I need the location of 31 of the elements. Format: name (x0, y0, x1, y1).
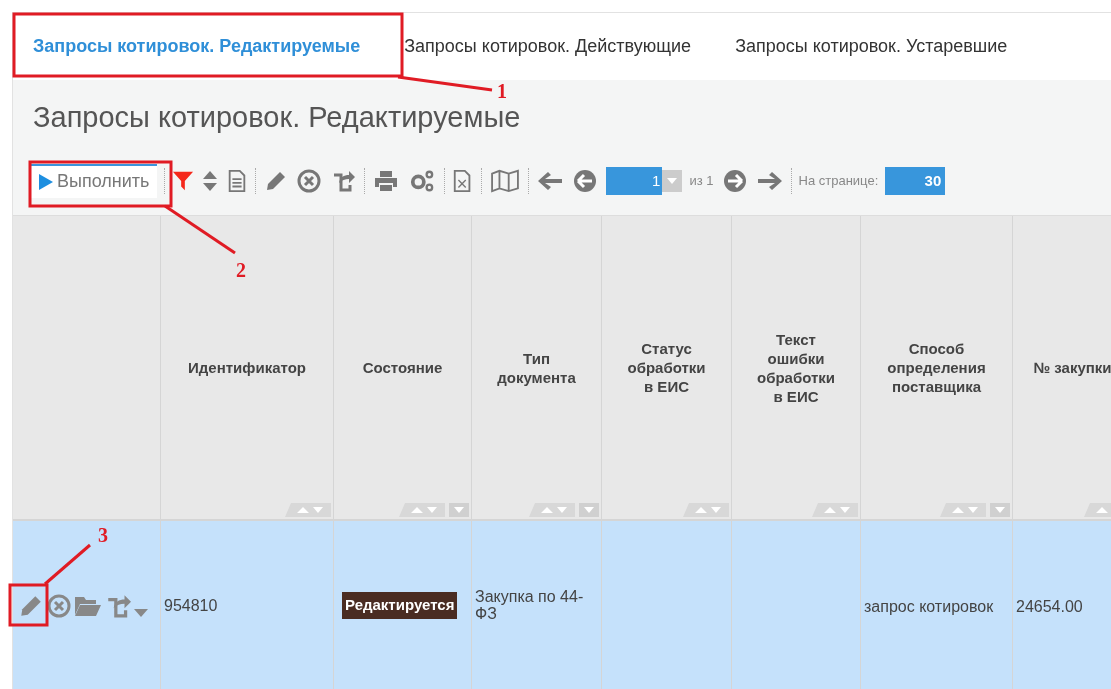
close-circle-icon[interactable] (296, 168, 323, 193)
column-header[interactable]: Способ определения поставщика (887, 339, 986, 396)
column-header[interactable]: Статус обработки в ЕИС (621, 339, 712, 396)
page-title: Запросы котировок. Редактируемые (33, 101, 521, 133)
status-badge: Редактируется (342, 592, 458, 619)
column-header[interactable]: Тип документа (491, 348, 582, 387)
tab[interactable]: Запросы котировок. Устаревшие (713, 13, 1030, 80)
play-icon (39, 173, 53, 190)
table-cell: 954810 (164, 597, 218, 614)
table-cell-text: Закупка по 44-ФЗ (475, 588, 585, 622)
tab[interactable]: Запросы котировок. Действующие (382, 13, 714, 80)
column-header[interactable]: Идентификатор (188, 358, 306, 377)
leader-line (44, 543, 91, 586)
folder-icon[interactable] (74, 594, 102, 617)
caret-icon[interactable] (134, 608, 148, 617)
table-cell: 24654.00 (1016, 598, 1083, 615)
annotation-number: 3 (98, 523, 108, 548)
close-circle-icon[interactable] (47, 593, 71, 618)
column-header[interactable]: Текст ошибки обработки в ЕИС (751, 329, 841, 406)
run-button[interactable]: Выполнить (31, 163, 158, 198)
map-icon[interactable] (489, 168, 522, 193)
leader-line (164, 204, 236, 255)
column-header[interactable]: № закупки (1033, 358, 1111, 377)
column-header[interactable]: Состояние (362, 358, 443, 377)
caret-icon (667, 177, 678, 184)
annotation-number: 1 (497, 79, 507, 104)
per-page-label: На странице: (798, 171, 879, 190)
highlight-frame (8, 583, 49, 627)
table-cell: запрос котировок (864, 598, 994, 615)
page-total: из 1 (689, 171, 714, 190)
annotation-number: 2 (236, 258, 246, 283)
